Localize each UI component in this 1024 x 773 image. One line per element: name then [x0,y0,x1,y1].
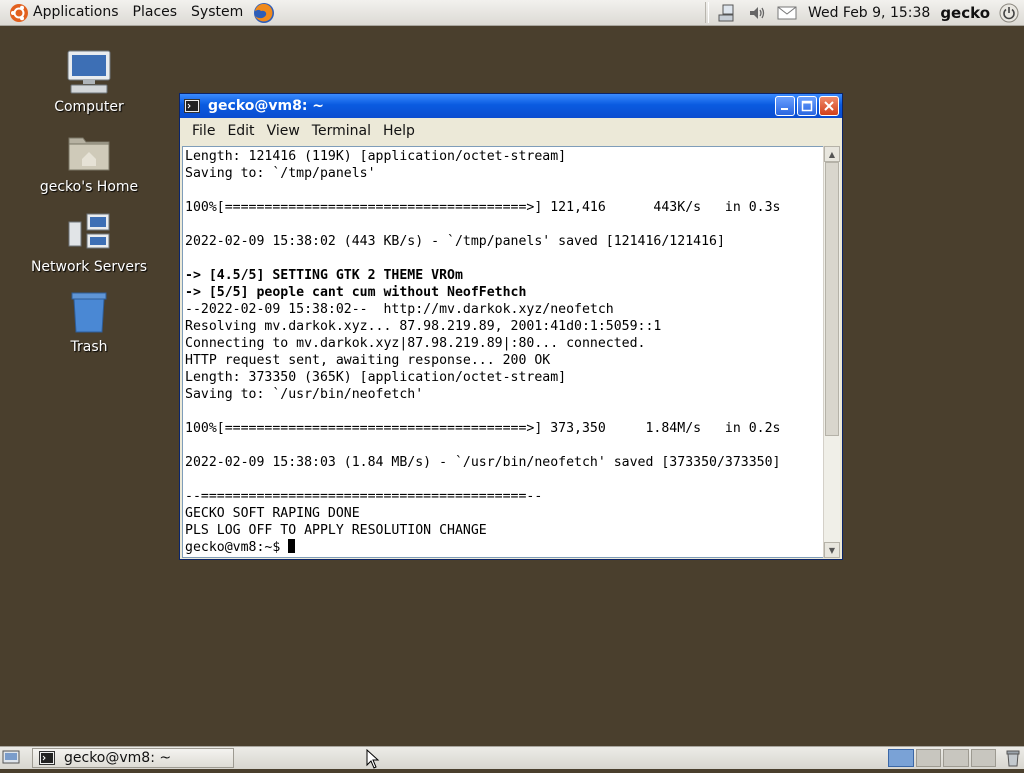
desktop-icon-label: gecko's Home [39,179,139,195]
terminal-app-icon [39,751,55,765]
terminal-output[interactable]: Length: 121416 (119K) [application/octet… [182,146,824,558]
trash-icon [65,288,113,336]
workspace-4[interactable] [970,749,996,767]
terminal-line: --2022-02-09 15:38:02-- http://mv.darkok… [185,302,614,317]
volume-icon[interactable] [746,2,768,24]
workspace-3[interactable] [943,749,969,767]
system-menu[interactable]: System [184,0,250,25]
window-title: gecko@vm8: ~ [208,98,325,114]
terminal-line: -> [5/5] people cant cum without NeofFet… [185,285,527,300]
desktop-icon-network-servers[interactable]: Network Servers [29,208,149,275]
terminal-line: 100%[===================================… [185,200,781,215]
trash-applet-icon[interactable] [1004,749,1022,767]
menu-edit[interactable]: Edit [221,123,260,139]
show-desktop-icon[interactable] [2,750,20,766]
taskbar-button-terminal[interactable]: gecko@vm8: ~ [32,748,234,768]
terminal-line: Saving to: `/usr/bin/neofetch' [185,387,424,402]
places-menu[interactable]: Places [126,0,185,25]
top-panel: Applications Places System Wed Feb 9, 15… [0,0,1024,26]
title-bar[interactable]: gecko@vm8: ~ [180,94,842,118]
scroll-down-arrow-icon[interactable]: ▼ [824,542,840,558]
terminal-line: GECKO SOFT RAPING DONE [185,506,360,521]
terminal-line: Saving to: `/tmp/panels' [185,166,376,181]
terminal-line: Connecting to mv.darkok.xyz|87.98.219.89… [185,336,646,351]
terminal-text: Length: 121416 (119K) [application/octet… [183,147,823,556]
scroll-up-arrow-icon[interactable]: ▲ [824,146,840,162]
text-cursor [288,539,296,553]
workspace-switcher[interactable] [888,749,996,767]
maximize-button[interactable] [797,96,817,116]
terminal-line: Length: 373350 (365K) [application/octet… [185,370,567,385]
terminal-line: Resolving mv.darkok.xyz... 87.98.219.89,… [185,319,662,334]
terminal-app-icon [184,98,200,114]
power-icon[interactable] [998,2,1020,24]
minimize-button[interactable] [775,96,795,116]
clock[interactable]: Wed Feb 9, 15:38 [802,5,936,21]
applications-menu[interactable]: Applications [30,0,126,25]
terminal-line: --======================================… [185,489,543,504]
terminal-line: 2022-02-09 15:38:03 (1.84 MB/s) - `/usr/… [185,455,781,470]
workspace-1[interactable] [888,749,914,767]
computer-icon [65,48,113,96]
desktop-icon-label: Computer [54,99,124,115]
bottom-panel: gecko@vm8: ~ [0,746,1024,769]
desktop-icon-computer[interactable]: Computer [29,48,149,115]
desktop-icon-label: Trash [70,339,108,355]
terminal-line: HTTP request sent, awaiting response... … [185,353,551,368]
menu-help[interactable]: Help [377,123,421,139]
user-name[interactable]: gecko [936,4,994,22]
desktop-icon-label: Network Servers [30,259,148,275]
mouse-pointer-icon [366,748,380,769]
menu-view[interactable]: View [261,123,306,139]
terminal-menu-bar: File Edit View Terminal Help [180,118,842,144]
menu-terminal[interactable]: Terminal [306,123,377,139]
firefox-launcher-icon[interactable] [252,1,276,25]
scrollbar-thumb[interactable] [825,162,839,436]
home-folder-icon [65,128,113,176]
terminal-line: Length: 121416 (119K) [application/octet… [185,149,567,164]
close-button[interactable] [819,96,839,116]
terminal-line: 2022-02-09 15:38:02 (443 KB/s) - `/tmp/p… [185,234,725,249]
mail-icon[interactable] [776,2,798,24]
terminal-line: -> [4.5/5] SETTING GTK 2 THEME VROm [185,268,463,283]
terminal-line: 100%[===================================… [185,421,781,436]
taskbar-button-label: gecko@vm8: ~ [64,750,172,766]
workspace-2[interactable] [915,749,941,767]
network-status-icon[interactable] [716,2,738,24]
terminal-scrollbar[interactable]: ▲ ▼ [823,146,840,558]
desktop-icon-home[interactable]: gecko's Home [29,128,149,195]
terminal-line: PLS LOG OFF TO APPLY RESOLUTION CHANGE [185,523,487,538]
terminal-prompt: gecko@vm8:~$ [185,540,289,555]
desktop-icon-trash[interactable]: Trash [29,288,149,355]
menu-file[interactable]: File [186,123,221,139]
ubuntu-logo-icon[interactable] [8,2,30,24]
network-servers-icon [65,208,113,256]
panel-separator [704,2,709,23]
terminal-window[interactable]: gecko@vm8: ~ File Edit View Terminal Hel… [179,93,843,560]
